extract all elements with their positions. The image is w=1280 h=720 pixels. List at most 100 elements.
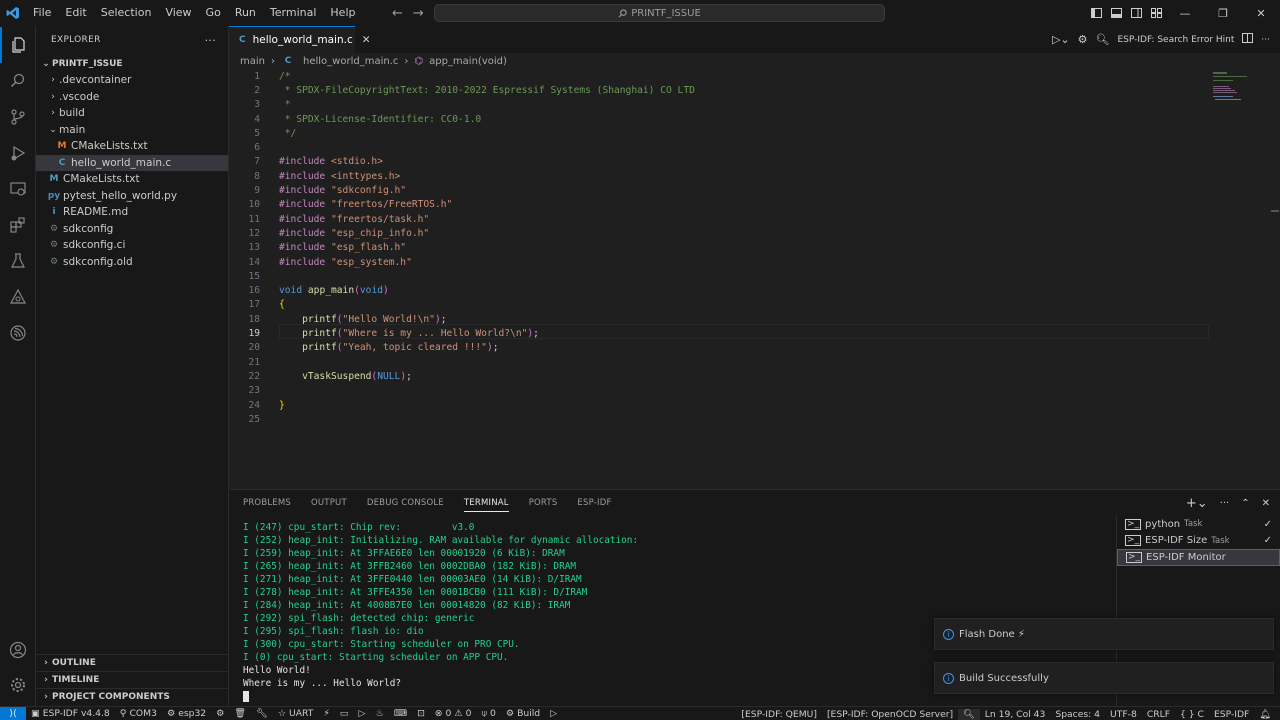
launch-icon[interactable]: ▷ <box>545 708 562 719</box>
tab-output[interactable]: OUTPUT <box>311 498 347 508</box>
menu-file[interactable]: File <box>26 0 58 26</box>
split-editor-icon[interactable] <box>1242 33 1254 46</box>
search-view-icon[interactable] <box>0 63 36 99</box>
source-control-icon[interactable] <box>0 99 36 135</box>
tab-debug-console[interactable]: DEBUG CONSOLE <box>367 498 444 508</box>
menu-run[interactable]: Run <box>228 0 263 26</box>
esp-idf-status[interactable]: ESP-IDF <box>1209 709 1254 720</box>
flash-method-item[interactable]: ☆ UART <box>273 708 319 719</box>
terminal-list-item[interactable]: >_ ESP-IDF Size Task ✓ <box>1117 533 1280 550</box>
full-clean-trash-icon[interactable]: 🗑︎ <box>229 708 251 719</box>
scrollbar-indicator[interactable] <box>1271 210 1279 212</box>
menu-terminal[interactable]: Terminal <box>263 0 324 26</box>
tree-file[interactable]: ⚙ sdkconfig.old <box>36 254 228 271</box>
problems-item[interactable]: ⊗ 0 ⚠ 0 <box>430 708 477 719</box>
port-item[interactable]: ⚲ COM3 <box>115 708 162 719</box>
run-debug-icon[interactable] <box>0 135 36 171</box>
tab-hello-world-main[interactable]: C hello_world_main.c ✕ <box>229 26 371 53</box>
forward-arrow-icon[interactable]: → <box>413 6 424 21</box>
menu-selection[interactable]: Selection <box>94 0 159 26</box>
tree-file[interactable]: M CMakeLists.txt <box>36 138 228 155</box>
tree-folder[interactable]: › .devcontainer <box>36 72 228 89</box>
timeline-section[interactable]: › TIMELINE <box>36 671 229 688</box>
build-wrench-icon[interactable]: 🔧︎ <box>251 708 273 719</box>
tree-file[interactable]: ⚙ sdkconfig.ci <box>36 237 228 254</box>
terminal-icon[interactable]: ⌨ <box>389 708 412 719</box>
breadcrumb-symbol[interactable]: app_main(void) <box>429 56 507 67</box>
ports-item[interactable]: ⍦ 0 <box>476 708 500 719</box>
menu-edit[interactable]: Edit <box>58 0 93 26</box>
build-button[interactable]: ⚙ Build <box>501 708 545 719</box>
toggle-secondary-sidebar-icon[interactable] <box>1126 0 1146 26</box>
tree-file[interactable]: i README.md <box>36 204 228 221</box>
tab-esp-idf[interactable]: ESP-IDF <box>577 498 611 508</box>
accounts-icon[interactable] <box>0 632 36 668</box>
tree-file[interactable]: py pytest_hello_world.py <box>36 188 228 205</box>
language-mode[interactable]: { } C <box>1175 709 1209 720</box>
close-panel-icon[interactable]: ✕ <box>1262 498 1270 509</box>
idf-version-item[interactable]: ▣ ESP-IDF v4.4.8 <box>26 708 115 719</box>
terminal-list-item[interactable]: >_ ESP-IDF Monitor <box>1117 549 1280 566</box>
menu-go[interactable]: Go <box>199 0 228 26</box>
outline-section[interactable]: › OUTLINE <box>36 654 229 671</box>
zoom-icon[interactable]: 🔍︎ <box>958 708 980 720</box>
minimize-button[interactable]: — <box>1166 0 1204 26</box>
toggle-panel-icon[interactable] <box>1106 0 1126 26</box>
more-actions-icon[interactable]: ··· <box>205 34 216 47</box>
terminal-list-item[interactable]: >_ python Task ✓ <box>1117 516 1280 533</box>
back-arrow-icon[interactable]: ← <box>392 6 403 21</box>
cursor-position[interactable]: Ln 19, Col 43 <box>980 709 1051 720</box>
build-flash-monitor-flame-icon[interactable]: ♨ <box>371 708 389 719</box>
extensions-icon[interactable] <box>0 207 36 243</box>
manage-gear-icon[interactable] <box>0 667 36 703</box>
tree-folder[interactable]: ⌄ main <box>36 122 228 139</box>
run-debug-dropdown-icon[interactable]: ▷⌄ <box>1052 33 1070 46</box>
command-palette-icon[interactable]: ⊡ <box>412 708 430 719</box>
flash-lightning-icon[interactable]: ⚡︎ <box>318 708 334 719</box>
breadcrumb-folder[interactable]: main <box>240 56 265 67</box>
testing-icon[interactable] <box>0 243 36 279</box>
search-error-hint-button[interactable]: ESP-IDF: Search Error Hint <box>1117 35 1234 45</box>
monitor-icon[interactable]: ▭ <box>335 708 354 719</box>
toggle-primary-sidebar-icon[interactable] <box>1086 0 1106 26</box>
search-error-hint-icon[interactable]: 🔍︎ <box>1096 33 1110 46</box>
tab-ports[interactable]: PORTS <box>529 498 558 508</box>
sdkconfig-gear-icon[interactable]: ⚙ <box>211 708 229 719</box>
flash-done-notification[interactable]: i Flash Done ⚡ <box>934 618 1274 650</box>
project-components-section[interactable]: › PROJECT COMPONENTS <box>36 688 229 705</box>
more-actions-icon[interactable]: ··· <box>1220 498 1230 509</box>
explorer-icon[interactable] <box>0 27 36 63</box>
customize-layout-icon[interactable] <box>1146 0 1166 26</box>
end-of-line[interactable]: CRLF <box>1142 709 1175 720</box>
notifications-bell-icon[interactable]: 🔔︎ <box>1254 709 1276 720</box>
maximize-panel-icon[interactable]: ⌃ <box>1241 498 1249 509</box>
tab-terminal[interactable]: TERMINAL <box>463 498 509 512</box>
tree-file[interactable]: Chello_world_main.c <box>36 154 228 171</box>
menu-help[interactable]: Help <box>323 0 362 26</box>
settings-gear-icon[interactable]: ⚙ <box>1078 33 1088 46</box>
close-tab-icon[interactable]: ✕ <box>362 34 371 46</box>
tab-problems[interactable]: PROBLEMS <box>243 498 291 508</box>
debug-icon[interactable]: ▷ <box>353 708 370 719</box>
breadcrumb-file[interactable]: hello_world_main.c <box>303 56 398 67</box>
encoding[interactable]: UTF-8 <box>1105 709 1142 720</box>
new-terminal-icon[interactable]: +⌄ <box>1186 496 1208 511</box>
code-editor[interactable]: 1/* 2 * SPDX-FileCopyrightText: 2010-2022… <box>229 69 1280 489</box>
build-success-notification[interactable]: i Build Successfully <box>934 662 1274 694</box>
remote-indicator-icon[interactable]: ⟩⟨ <box>0 706 26 720</box>
menu-view[interactable]: View <box>158 0 198 26</box>
more-actions-icon[interactable]: ··· <box>1261 35 1270 45</box>
tree-folder[interactable]: › .vscode <box>36 89 228 106</box>
close-window-button[interactable]: ✕ <box>1242 0 1280 26</box>
tree-folder[interactable]: › build <box>36 105 228 122</box>
maximize-button[interactable]: ❐ <box>1204 0 1242 26</box>
tree-file[interactable]: ⚙ sdkconfig <box>36 221 228 238</box>
target-item[interactable]: ⚙ esp32 <box>162 708 211 719</box>
qemu-item[interactable]: [ESP-IDF: QEMU] <box>736 709 822 720</box>
minimap[interactable] <box>1213 72 1249 102</box>
esp-idf-explorer-icon[interactable] <box>0 279 36 315</box>
openocd-item[interactable]: [ESP-IDF: OpenOCD Server] <box>822 709 958 720</box>
tree-file[interactable]: M CMakeLists.txt <box>36 171 228 188</box>
indentation[interactable]: Spaces: 4 <box>1050 709 1105 720</box>
command-center[interactable]: PRINTF_ISSUE <box>434 4 885 22</box>
